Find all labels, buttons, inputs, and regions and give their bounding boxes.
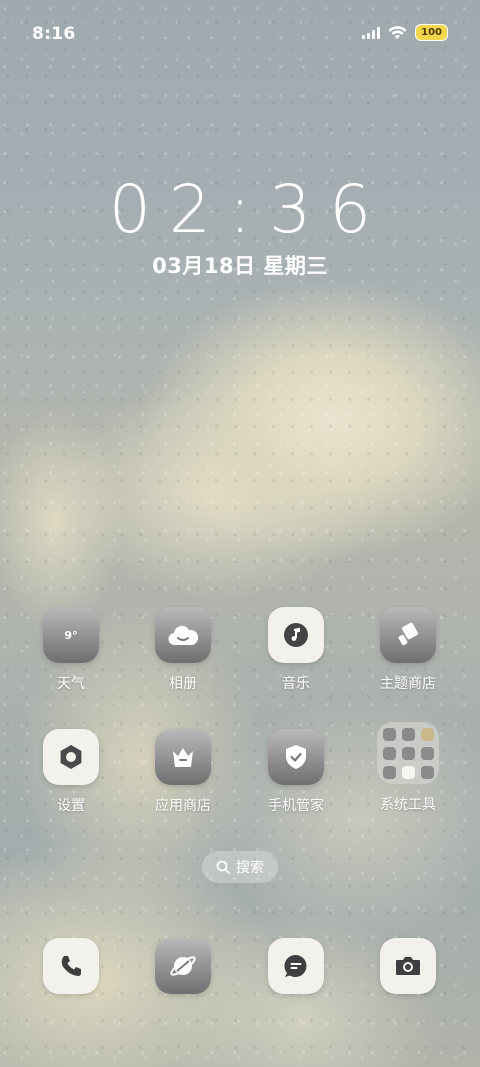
status-time: 8:16 bbox=[32, 24, 76, 44]
folder-icon bbox=[377, 722, 439, 784]
search-button[interactable]: 搜索 bbox=[202, 851, 278, 883]
messages-icon bbox=[268, 938, 324, 994]
weather-icon: 9° bbox=[43, 607, 99, 663]
camera-icon bbox=[380, 938, 436, 994]
app-settings[interactable]: 设置 bbox=[21, 729, 121, 815]
dock-messages[interactable] bbox=[246, 938, 346, 994]
phone-icon bbox=[43, 938, 99, 994]
wallpaper bbox=[0, 0, 480, 1067]
date: 03月18日 星期三 bbox=[152, 254, 328, 278]
clock: 02:36 bbox=[108, 171, 390, 248]
app-label: 天气 bbox=[57, 676, 85, 692]
app-label: 主题商店 bbox=[380, 676, 436, 692]
signal-icon bbox=[362, 26, 381, 39]
app-music[interactable]: 音乐 bbox=[246, 607, 346, 693]
app-label: 系统工具 bbox=[380, 797, 436, 813]
brush-icon bbox=[380, 607, 436, 663]
app-label: 音乐 bbox=[282, 676, 310, 692]
dock-browser[interactable] bbox=[133, 938, 233, 994]
search-icon bbox=[216, 860, 230, 874]
app-app-store[interactable]: 应用商店 bbox=[133, 729, 233, 815]
app-label: 应用商店 bbox=[155, 798, 211, 814]
crown-bag-icon bbox=[155, 729, 211, 785]
app-label: 手机管家 bbox=[268, 798, 324, 814]
app-label: 设置 bbox=[57, 798, 85, 814]
app-weather[interactable]: 9° 天气 bbox=[21, 607, 121, 693]
wifi-icon bbox=[388, 25, 407, 39]
dock-phone[interactable] bbox=[21, 938, 121, 994]
app-system-tools-folder[interactable]: 系统工具 bbox=[358, 722, 458, 814]
app-label: 相册 bbox=[169, 676, 197, 692]
browser-icon bbox=[155, 938, 211, 994]
weather-temp: 9° bbox=[64, 628, 78, 642]
dock-camera[interactable] bbox=[358, 938, 458, 994]
shield-icon bbox=[268, 729, 324, 785]
app-phone-manager[interactable]: 手机管家 bbox=[246, 729, 346, 815]
cloud-gallery-icon bbox=[155, 607, 211, 663]
app-gallery[interactable]: 相册 bbox=[133, 607, 233, 693]
battery-indicator: 100 bbox=[415, 24, 448, 41]
search-label: 搜索 bbox=[236, 860, 264, 876]
status-bar: 8:16 100 bbox=[0, 0, 480, 68]
gear-icon bbox=[43, 729, 99, 785]
music-icon bbox=[268, 607, 324, 663]
app-theme-store[interactable]: 主题商店 bbox=[358, 607, 458, 693]
status-icons: 100 bbox=[362, 24, 448, 41]
